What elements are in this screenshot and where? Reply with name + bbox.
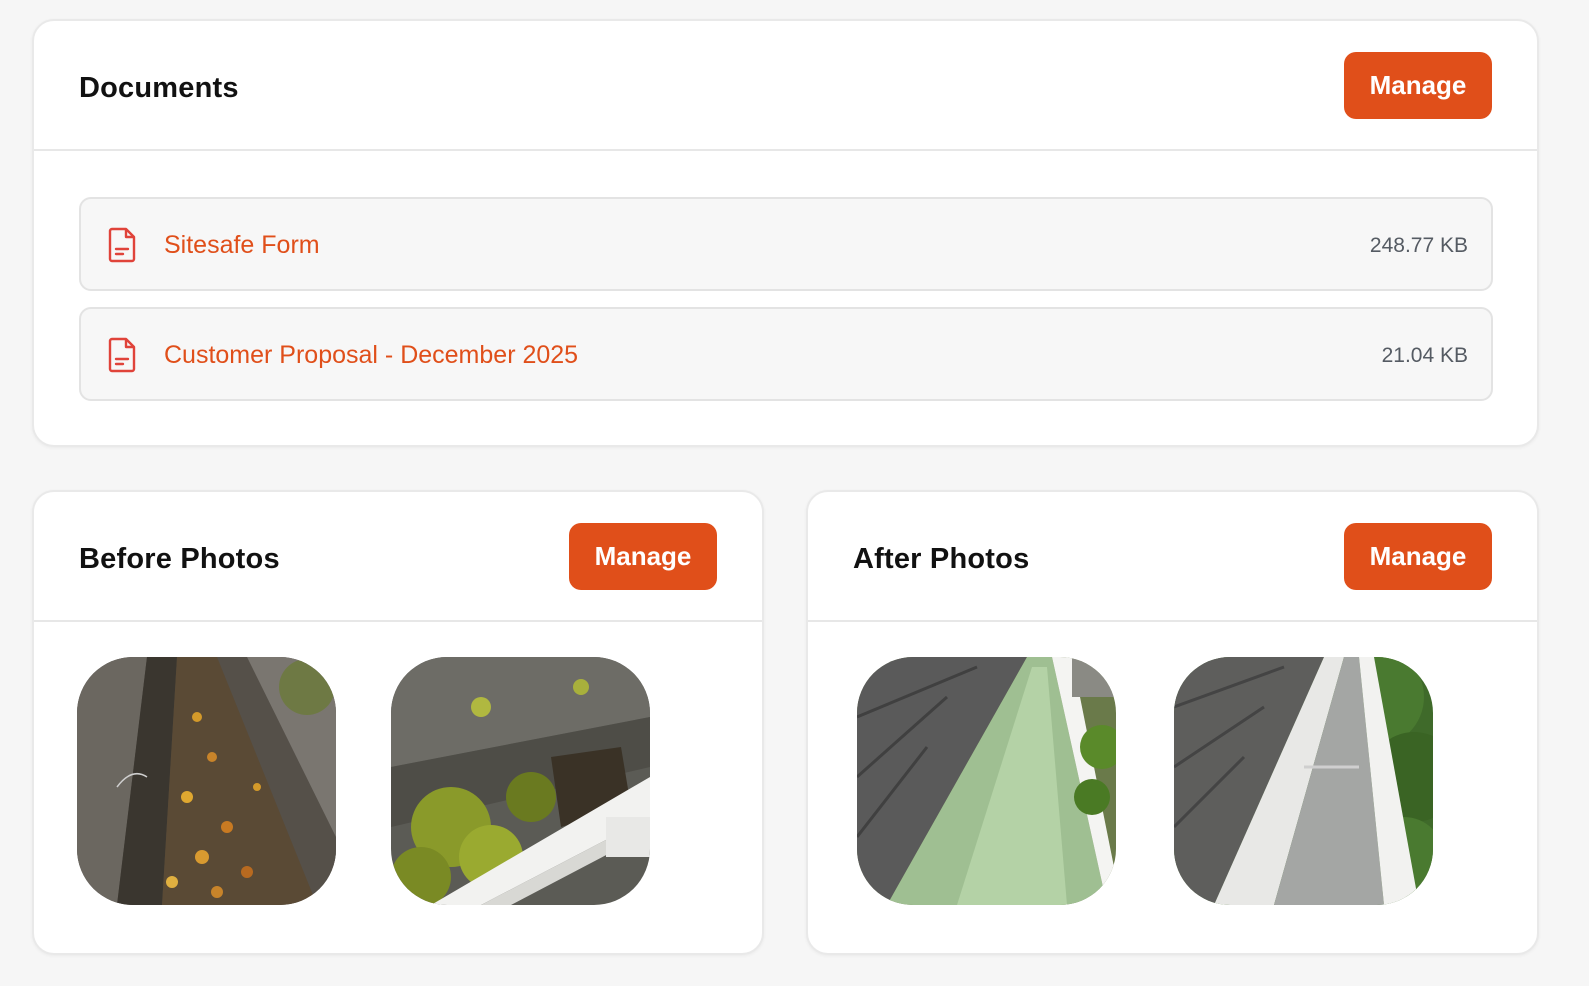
before-photo-thumbnail[interactable] <box>77 657 336 905</box>
documents-manage-button[interactable]: Manage <box>1344 52 1492 119</box>
documents-card: Documents Manage Sitesafe Form 248.77 KB… <box>32 19 1539 447</box>
before-photo-thumbnail[interactable] <box>391 657 650 905</box>
document-item[interactable]: Customer Proposal - December 2025 21.04 … <box>79 307 1493 401</box>
pdf-file-icon <box>107 227 137 263</box>
after-photos-title: After Photos <box>853 543 1030 575</box>
before-photos-title: Before Photos <box>79 543 280 575</box>
after-photos-header: After Photos Manage <box>808 492 1537 622</box>
after-photo-thumbnail[interactable] <box>1174 657 1433 905</box>
document-name[interactable]: Sitesafe Form <box>164 229 320 261</box>
before-photos-manage-button[interactable]: Manage <box>569 523 717 590</box>
after-photos-manage-button[interactable]: Manage <box>1344 523 1492 590</box>
before-photos-header: Before Photos Manage <box>34 492 762 622</box>
after-photo-thumbnail[interactable] <box>857 657 1116 905</box>
after-photos-card: After Photos Manage <box>806 490 1539 955</box>
document-name[interactable]: Customer Proposal - December 2025 <box>164 339 578 371</box>
documents-header: Documents Manage <box>34 21 1537 151</box>
document-size: 248.77 KB <box>1369 234 1468 257</box>
before-photos-card: Before Photos Manage <box>32 490 764 955</box>
documents-title: Documents <box>79 72 239 104</box>
document-item[interactable]: Sitesafe Form 248.77 KB <box>79 197 1493 291</box>
document-size: 21.04 KB <box>1381 344 1468 367</box>
pdf-file-icon <box>107 337 137 373</box>
